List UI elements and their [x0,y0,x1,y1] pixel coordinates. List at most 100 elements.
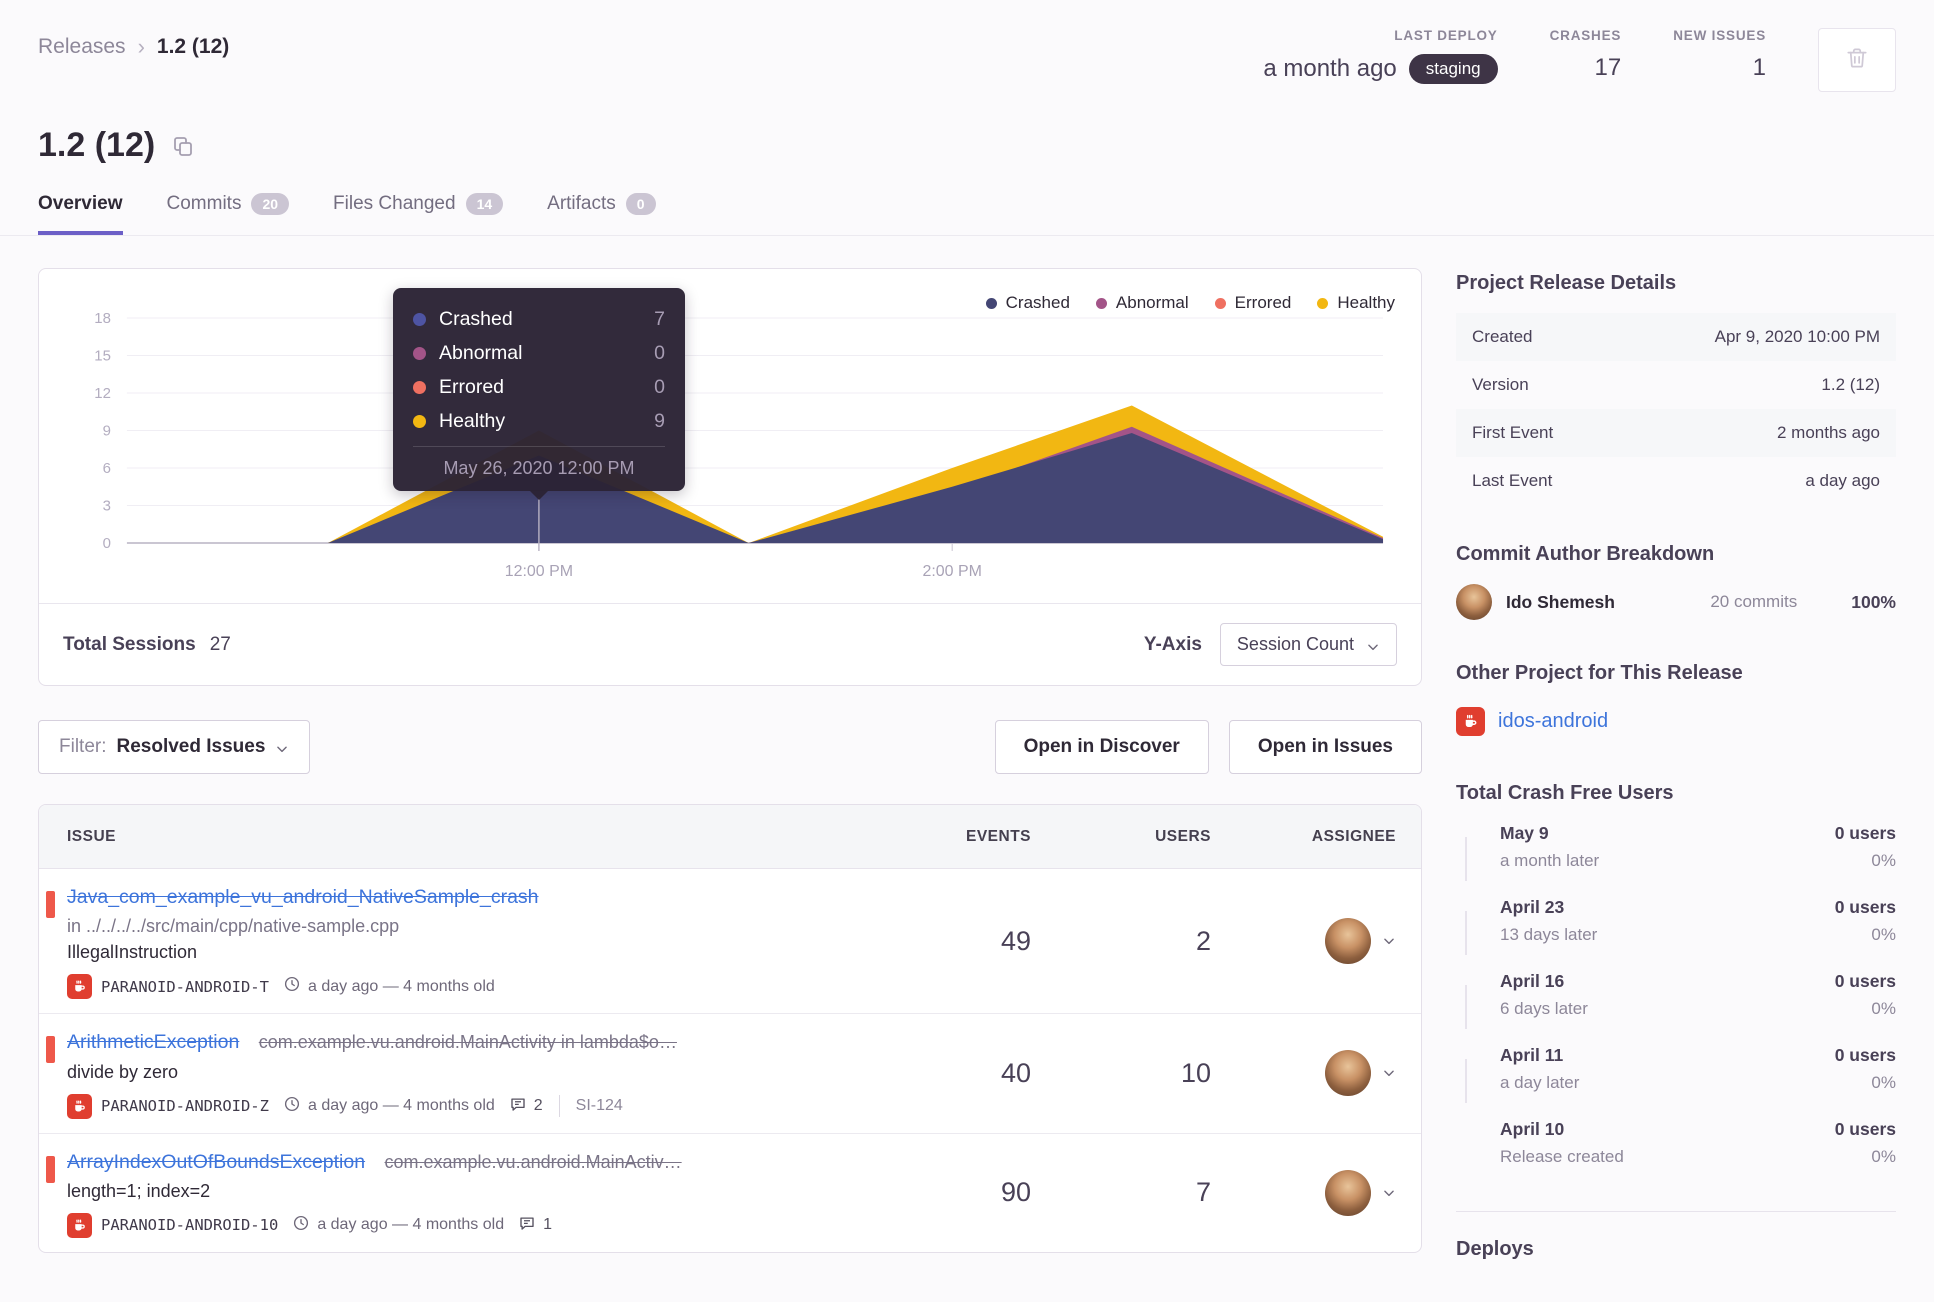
environment-badge: staging [1408,54,1498,84]
tab-overview[interactable]: Overview [38,193,123,235]
issue-users-count: 2 [1195,925,1211,956]
commit-author-row: Ido Shemesh 20 commits 100% [1456,584,1896,620]
svg-text:12: 12 [94,385,111,402]
error-level-marker [46,1155,55,1183]
tooltip-dot-icon [413,312,426,326]
legend-label: Errored [1234,293,1292,312]
tab-files-changed[interactable]: Files Changed 14 [333,193,504,235]
assignee-avatar[interactable] [1325,1169,1371,1216]
breadcrumb-releases[interactable]: Releases [38,35,126,59]
crash-free-percent: 0% [1871,999,1896,1018]
release-details-heading: Project Release Details [1456,272,1677,294]
assignee-dropdown[interactable] [1211,1050,1396,1097]
svg-text:3: 3 [103,497,111,514]
tooltip-label: Crashed [439,307,513,330]
release-detail-row: Created Apr 9, 2020 10:00 PM [1456,313,1896,361]
chevron-down-icon [1382,1066,1396,1080]
crash-free-relative: 6 days later [1500,999,1588,1018]
tooltip-value: 9 [654,409,665,432]
legend-item[interactable]: Healthy [1317,293,1395,313]
tab-commits[interactable]: Commits 20 [167,193,290,235]
legend-label: Abnormal [1115,293,1189,312]
issue-age: a day ago — 4 months old [283,1095,495,1118]
breadcrumb: Releases › 1.2 (12) [38,28,229,60]
tab-artifacts[interactable]: Artifacts 0 [547,193,656,235]
issue-title-link[interactable]: ArrayIndexOutOfBoundsException [67,1151,365,1173]
tooltip-row: Errored 0 [413,370,665,404]
issue-row: Java_com_example_vu_android_NativeSample… [39,869,1421,1015]
crash-free-date: April 16 [1500,971,1565,991]
crash-free-date: April 11 [1500,1045,1564,1065]
crash-free-percent: 0% [1871,925,1896,944]
svg-text:18: 18 [94,310,111,327]
comments-badge[interactable]: 2 [509,1095,543,1118]
issue-location: in ../../../../src/main/cpp/native-sampl… [67,916,400,937]
comments-count: 1 [543,1216,552,1234]
stat-last-deploy: LAST DEPLOY a month ago staging [1263,28,1498,84]
tooltip-dot-icon [413,414,426,428]
other-project-section: Other Project for This Release idos-andr… [1456,662,1896,736]
project-badge[interactable]: PARANOID-ANDROID-T [67,974,269,1000]
svg-text:12:00 PM: 12:00 PM [505,563,573,580]
timeline-connector [1465,837,1467,881]
project-icon [67,1093,92,1119]
tab-label: Artifacts [547,193,616,214]
open-in-discover-button[interactable]: Open in Discover [994,720,1209,774]
other-project-link[interactable]: idos-android [1498,710,1608,733]
project-slug: PARANOID-ANDROID-Z [101,1097,269,1116]
issue-message: length=1; index=2 [67,1180,211,1201]
crash-free-timeline: May 9 a month later 0 users 0% April 23 … [1456,823,1896,1177]
comments-count: 2 [533,1097,543,1115]
commit-author-breakdown: Commit Author Breakdown Ido Shemesh 20 c… [1456,543,1896,620]
y-axis-dropdown[interactable]: Session Count [1219,623,1397,666]
tooltip-dot-icon [413,380,426,394]
assignee-avatar[interactable] [1325,1050,1371,1097]
last-deploy-value: a month ago [1263,55,1397,82]
crash-free-date: May 9 [1500,823,1549,843]
assignee-dropdown[interactable] [1211,918,1396,965]
crash-free-percent: 0% [1871,1073,1896,1092]
project-badge[interactable]: PARANOID-ANDROID-Z [67,1093,269,1119]
stat-new-issues: NEW ISSUES 1 [1673,28,1766,82]
comments-badge[interactable]: 1 [518,1214,552,1237]
copy-version-icon[interactable] [171,134,195,158]
total-sessions-value: 27 [209,633,231,655]
issue-title-link[interactable]: Java_com_example_vu_android_NativeSample… [67,886,539,908]
issues-table-header: ISSUE EVENTS USERS ASSIGNEE [39,805,1421,869]
release-detail-row: Last Event a day ago [1456,457,1896,505]
legend-dot-icon [1317,297,1329,309]
legend-item[interactable]: Errored [1214,293,1292,313]
detail-value: 2 months ago [1776,423,1880,442]
legend-dot-icon [1214,297,1226,309]
assignee-dropdown[interactable] [1211,1169,1396,1216]
issue-events-count: 90 [1000,1177,1031,1208]
breadcrumb-current: 1.2 (12) [156,35,230,58]
open-in-issues-button[interactable]: Open in Issues [1228,720,1422,774]
y-axis-label: Y-Axis [1143,633,1202,655]
assignee-avatar[interactable] [1325,918,1371,965]
sessions-chart[interactable]: 0 3 6 9 12 15 18 12:00 PM 2:00 PM Crashed Abnorm… [63,273,1397,603]
delete-release-button[interactable] [1818,28,1896,92]
project-badge[interactable]: PARANOID-ANDROID-10 [67,1212,278,1238]
crash-free-heading: Total Crash Free Users [1456,782,1674,804]
issues-filter-dropdown[interactable]: Filter: Resolved Issues [38,720,311,774]
new-issues-value: 1 [1752,54,1766,81]
legend-item[interactable]: Crashed [985,293,1070,313]
tooltip-label: Errored [439,375,505,398]
clock-icon [283,1095,301,1118]
timeline-connector [1465,985,1467,1029]
issues-table-body: Java_com_example_vu_android_NativeSample… [39,869,1421,1252]
issue-culprit: com.example.vu.android.MainActivity in l… [258,1032,677,1053]
issue-age-text: a day ago — 4 months old [317,1216,505,1234]
tooltip-value: 0 [654,375,665,398]
tooltip-dot-icon [413,346,426,360]
timeline-connector [1465,911,1467,955]
legend-item[interactable]: Abnormal [1095,293,1189,313]
issue-row: ArrayIndexOutOfBoundsException com.examp… [39,1134,1421,1252]
tooltip-label: Healthy [439,409,506,432]
new-issues-label: NEW ISSUES [1673,28,1766,43]
crash-free-users: 0 users [1834,823,1896,843]
meta-divider [558,1095,560,1118]
issue-title-link[interactable]: ArithmeticException [67,1031,239,1053]
comment-icon [518,1214,536,1237]
